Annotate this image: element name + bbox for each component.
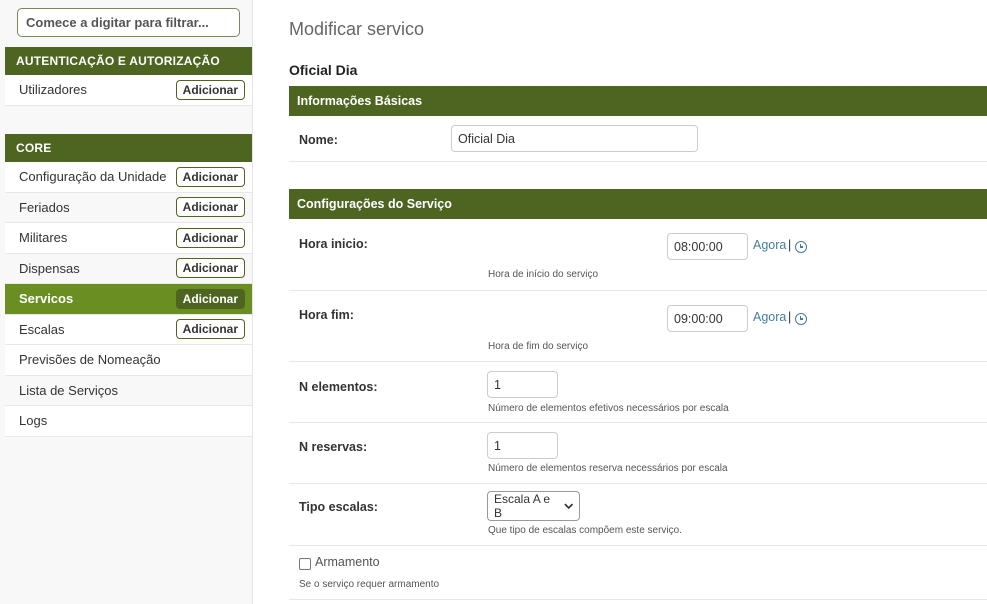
armamento-help: Se o serviço requer armamento [299,579,440,590]
nome-label: Nome: [299,133,338,147]
sidebar-item-utilizadores[interactable]: Utilizadores Adicionar [5,75,252,106]
sidebar-item-label[interactable]: Lista de Serviços [19,383,118,398]
hora-fim-label: Hora fim: [299,308,354,322]
hora-fim-agora-link[interactable]: Agora [753,310,786,324]
module-header-core: CORE [5,134,252,162]
add-configuracao-button[interactable]: Adicionar [175,166,245,187]
hora-inicio-label: Hora inicio: [299,237,368,251]
form-row-n-elementos: N elementos: Número de elementos efetivo… [289,362,987,423]
chevron-down-icon [563,503,573,509]
tipo-escalas-label: Tipo escalas: [299,500,378,514]
module-auth: Utilizadores Adicionar [5,75,252,106]
add-escala-button[interactable]: Adicionar [175,319,245,340]
tipo-escalas-help: Que tipo de escalas compõem este serviço… [488,525,682,536]
sidebar-item-label[interactable]: Logs [19,413,47,428]
form-row-tipo-escalas: Tipo escalas: Escala A e B Que tipo de e… [289,484,987,546]
object-name: Oficial Dia [289,62,358,78]
n-elementos-input[interactable] [487,371,558,398]
n-elementos-help: Número de elementos efetivos necessários… [488,403,729,414]
module-header-auth: AUTENTICAÇÃO E AUTORIZAÇÃO [5,47,252,75]
sidebar-item-label[interactable]: Configuração da Unidade [19,169,166,184]
separator: | [788,238,792,252]
module-core: Configuração da Unidade Adicionar Feriad… [5,162,252,437]
form-row-n-reservas: N reservas: Número de elementos reserva … [289,423,987,484]
sidebar-item-lista-servicos[interactable]: Lista de Serviços [5,375,252,406]
sidebar-item-dispensas[interactable]: Dispensas Adicionar [5,253,252,284]
armamento-label[interactable]: Armamento [315,555,380,569]
sidebar-item-label[interactable]: Dispensas [19,261,80,276]
filter-input[interactable] [17,8,240,37]
hora-fim-input[interactable] [667,305,748,332]
add-militar-button[interactable]: Adicionar [175,227,245,248]
tipo-escalas-select[interactable]: Escala A e B [487,491,580,521]
n-reservas-label: N reservas: [299,440,368,454]
add-feriado-button[interactable]: Adicionar [175,197,245,218]
nome-input[interactable] [451,125,698,152]
fieldset-header-basic: Informações Básicas [289,86,987,116]
n-reservas-input[interactable] [487,432,558,459]
sidebar: AUTENTICAÇÃO E AUTORIZAÇÃO Utilizadores … [0,0,253,604]
sidebar-item-escalas[interactable]: Escalas Adicionar [5,314,252,345]
sidebar-item-label[interactable]: Utilizadores [19,82,87,97]
n-reservas-help: Número de elementos reserva necessários … [488,463,728,474]
armamento-checkbox[interactable] [299,558,311,570]
add-utilizador-button[interactable]: Adicionar [175,79,245,100]
fieldset-header-config: Configurações do Serviço [289,189,987,219]
form-row-hora-inicio: Hora inicio: Agora | Hora de início do s… [289,219,987,291]
form-row-hora-fim: Hora fim: Agora | Hora de fim do serviço [289,291,987,362]
sidebar-item-logs[interactable]: Logs [5,406,252,437]
hora-inicio-help: Hora de início do serviço [488,269,599,280]
sidebar-item-label[interactable]: Feriados [19,200,70,215]
n-elementos-label: N elementos: [299,380,378,394]
form-row-nome: Nome: [289,116,987,162]
sidebar-item-feriados[interactable]: Feriados Adicionar [5,192,252,223]
sidebar-item-previsoes-nomeacao[interactable]: Previsões de Nomeação [5,345,252,376]
clock-icon[interactable] [795,313,807,325]
sidebar-item-label[interactable]: Militares [19,230,67,245]
separator: | [788,310,792,324]
tipo-escalas-selected: Escala A e B [494,492,551,520]
main-content: Modificar servico Oficial Dia Informaçõe… [253,0,987,604]
sidebar-item-servicos[interactable]: Servicos Adicionar [5,284,252,315]
form-row-armamento: Armamento Se o serviço requer armamento [289,546,987,600]
sidebar-item-label[interactable]: Servicos [19,291,73,306]
hora-inicio-agora-link[interactable]: Agora [753,238,786,252]
clock-icon[interactable] [795,241,807,253]
sidebar-item-label[interactable]: Escalas [19,322,65,337]
hora-inicio-input[interactable] [667,233,748,260]
sidebar-item-configuracao-unidade[interactable]: Configuração da Unidade Adicionar [5,162,252,193]
add-dispensa-button[interactable]: Adicionar [175,258,245,279]
add-servico-button[interactable]: Adicionar [175,288,245,309]
page-title: Modificar servico [289,19,425,39]
hora-fim-help: Hora de fim do serviço [488,341,589,352]
sidebar-item-militares[interactable]: Militares Adicionar [5,223,252,254]
sidebar-item-label[interactable]: Previsões de Nomeação [19,352,161,367]
